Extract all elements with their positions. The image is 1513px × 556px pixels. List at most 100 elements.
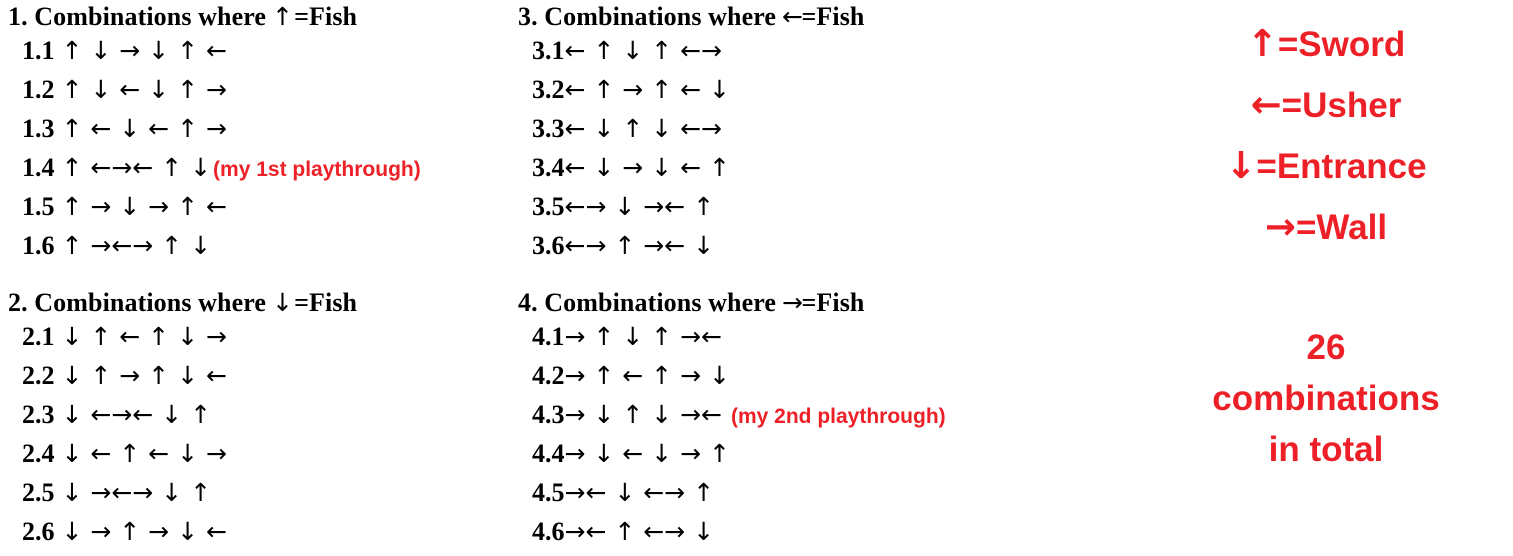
section-2-header-arrow-icon: ↓: [272, 288, 294, 317]
section-3-block: 3. Combinations where ← =Fish 3.1 ← ↑ ↓ ↑ …: [518, 2, 864, 270]
row-label: 1.4: [22, 153, 55, 182]
arrow-sequence: ↑ ←→← ↑ ↓: [61, 153, 212, 182]
list-item: 2.3 ↓ ←→← ↓ ↑: [8, 400, 357, 439]
combinations-board: 1. Combinations where ↑=Fish 1.1 ↑ ↓ → ↓ …: [0, 0, 1513, 550]
arrow-sequence: → ↓ ↑ ↓ →←: [564, 400, 722, 429]
row-label: 4.5: [532, 478, 565, 507]
arrow-sequence: ↓ → ↑ → ↓ ←: [61, 517, 227, 546]
arrow-sequence: →← ↑ ←→ ↓: [564, 517, 715, 546]
arrow-sequence: ↓ ↑ → ↑ ↓ ←: [61, 361, 227, 390]
arrow-sequence: ←→ ↓ →← ↑: [564, 192, 715, 221]
arrow-sequence: ← ↓ → ↓ ← ↑: [564, 153, 730, 182]
row-label: 1.5: [22, 192, 55, 221]
total-summary: 26 combinations in total: [1150, 322, 1502, 475]
arrow-sequence: ← ↑ → ↑ ← ↓: [564, 75, 730, 104]
row-label: 4.2: [532, 361, 565, 390]
section-3-header-suffix: =Fish: [801, 2, 865, 31]
row-label: 3.4: [532, 153, 565, 182]
list-item: 4.5 →← ↓ ←→ ↑: [518, 478, 946, 517]
legend-panel: ↑=Sword ←=Usher ↓=Entrance →=Wall: [1150, 14, 1502, 258]
section-3-header: 3. Combinations where ← =Fish: [518, 2, 864, 32]
list-item: 2.4 ↓ ← ↑ ← ↓ →: [8, 439, 357, 478]
arrow-sequence: ↑ ← ↓ ← ↑ →: [61, 114, 227, 143]
arrow-sequence: → ↓ ← ↓ → ↑: [564, 439, 730, 468]
section-3-header-arrow-icon: ←: [782, 2, 803, 31]
section-4-header: 4. Combinations where → =Fish: [518, 288, 946, 318]
section-4-header-arrow-icon: →: [782, 288, 803, 317]
section-4-header-suffix: =Fish: [801, 288, 865, 317]
total-word-combinations: combinations: [1212, 379, 1440, 418]
list-item: 4.2 → ↑ ← ↑ → ↓: [518, 361, 946, 400]
arrow-right-icon: →: [1264, 205, 1296, 248]
row-label: 1.3: [22, 114, 55, 143]
arrow-sequence: ↑ ↓ → ↓ ↑ ←: [61, 36, 227, 65]
section-1-header: 1. Combinations where ↑=Fish: [8, 2, 421, 32]
arrow-sequence: ↑ ↓ ← ↓ ↑ →: [61, 75, 227, 104]
legend-label: =Entrance: [1256, 147, 1427, 186]
section-1-header-arrow-icon: ↑: [272, 2, 294, 31]
arrow-up-icon: ↑: [1246, 22, 1278, 65]
arrow-sequence: ↓ ← ↑ ← ↓ →: [61, 439, 227, 468]
arrow-sequence: ←→ ↑ →← ↓: [564, 231, 715, 260]
legend-label: =Wall: [1295, 208, 1388, 247]
row-label: 4.4: [532, 439, 565, 468]
legend-label: =Sword: [1277, 25, 1406, 64]
row-label: 1.2: [22, 75, 55, 104]
arrow-sequence: ← ↑ ↓ ↑ ←→: [564, 36, 722, 65]
legend-item-usher: ←=Usher: [1150, 75, 1502, 136]
list-item: 3.5 ←→ ↓ →← ↑: [518, 192, 864, 231]
row-label: 3.5: [532, 192, 565, 221]
arrow-sequence: →← ↓ ←→ ↑: [564, 478, 715, 507]
list-item: 4.6 →← ↑ ←→ ↓: [518, 517, 946, 556]
row-label: 2.5: [22, 478, 55, 507]
section-1-block: 1. Combinations where ↑=Fish 1.1 ↑ ↓ → ↓ …: [8, 2, 421, 270]
section-2-rows: 2.1 ↓ ↑ ← ↑ ↓ → 2.2 ↓ ↑ → ↑ ↓ ← 2.3 ↓ ←→…: [8, 322, 357, 556]
list-item: 3.2 ← ↑ → ↑ ← ↓: [518, 75, 864, 114]
section-1-header-prefix: 1. Combinations where: [8, 2, 267, 31]
list-item: 2.2 ↓ ↑ → ↑ ↓ ←: [8, 361, 357, 400]
row-label: 4.3: [532, 400, 565, 429]
list-item: 3.6 ←→ ↑ →← ↓: [518, 231, 864, 270]
row-label: 3.6: [532, 231, 565, 260]
row-note: (my 2nd playthrough): [730, 405, 946, 428]
list-item: 1.4 ↑ ←→← ↑ ↓ (my 1st playthrough): [8, 153, 421, 192]
legend-label: =Usher: [1281, 86, 1402, 125]
row-label: 1.1: [22, 36, 55, 65]
row-note: (my 1st playthrough): [213, 158, 421, 181]
arrow-sequence: ↓ ←→← ↓ ↑: [61, 400, 212, 429]
legend-item-entrance: ↓=Entrance: [1150, 136, 1502, 197]
arrow-sequence: → ↑ ↓ ↑ →←: [564, 322, 722, 351]
list-item: 2.6 ↓ → ↑ → ↓ ←: [8, 517, 357, 556]
list-item: 2.5 ↓ →←→ ↓ ↑: [8, 478, 357, 517]
row-label: 2.3: [22, 400, 55, 429]
total-word-in-total: in total: [1268, 430, 1384, 469]
row-label: 2.4: [22, 439, 55, 468]
row-label: 2.1: [22, 322, 55, 351]
row-label: 1.6: [22, 231, 55, 260]
section-4-block: 4. Combinations where → =Fish 4.1 → ↑ ↓ ↑ …: [518, 288, 946, 556]
arrow-left-icon: ←: [1250, 83, 1282, 126]
section-3-rows: 3.1 ← ↑ ↓ ↑ ←→ 3.2 ← ↑ → ↑ ← ↓ 3.3 ← ↓ ↑…: [518, 36, 864, 270]
row-label: 4.6: [532, 517, 565, 546]
row-label: 2.2: [22, 361, 55, 390]
section-3-header-prefix: 3. Combinations where: [518, 2, 777, 31]
legend-item-sword: ↑=Sword: [1150, 14, 1502, 75]
arrow-sequence: ← ↓ ↑ ↓ ←→: [564, 114, 722, 143]
section-2-header-prefix: 2. Combinations where: [8, 288, 267, 317]
row-label: 3.3: [532, 114, 565, 143]
section-2-header: 2. Combinations where ↓=Fish: [8, 288, 357, 318]
total-count: 26: [1306, 328, 1346, 367]
legend-item-wall: →=Wall: [1150, 197, 1502, 258]
section-1-rows: 1.1 ↑ ↓ → ↓ ↑ ← 1.2 ↑ ↓ ← ↓ ↑ → 1.3 ↑ ← …: [8, 36, 421, 270]
list-item: 1.1 ↑ ↓ → ↓ ↑ ←: [8, 36, 421, 75]
list-item: 1.6 ↑ →←→ ↑ ↓: [8, 231, 421, 270]
list-item: 4.4 → ↓ ← ↓ → ↑: [518, 439, 946, 478]
list-item: 4.3 → ↓ ↑ ↓ →← (my 2nd playthrough): [518, 400, 946, 439]
list-item: 3.4 ← ↓ → ↓ ← ↑: [518, 153, 864, 192]
arrow-sequence: → ↑ ← ↑ → ↓: [564, 361, 730, 390]
row-label: 3.2: [532, 75, 565, 104]
list-item: 2.1 ↓ ↑ ← ↑ ↓ →: [8, 322, 357, 361]
section-4-rows: 4.1 → ↑ ↓ ↑ →← 4.2 → ↑ ← ↑ → ↓ 4.3 → ↓ ↑…: [518, 322, 946, 556]
row-label: 4.1: [532, 322, 565, 351]
arrow-sequence: ↓ →←→ ↓ ↑: [61, 478, 212, 507]
